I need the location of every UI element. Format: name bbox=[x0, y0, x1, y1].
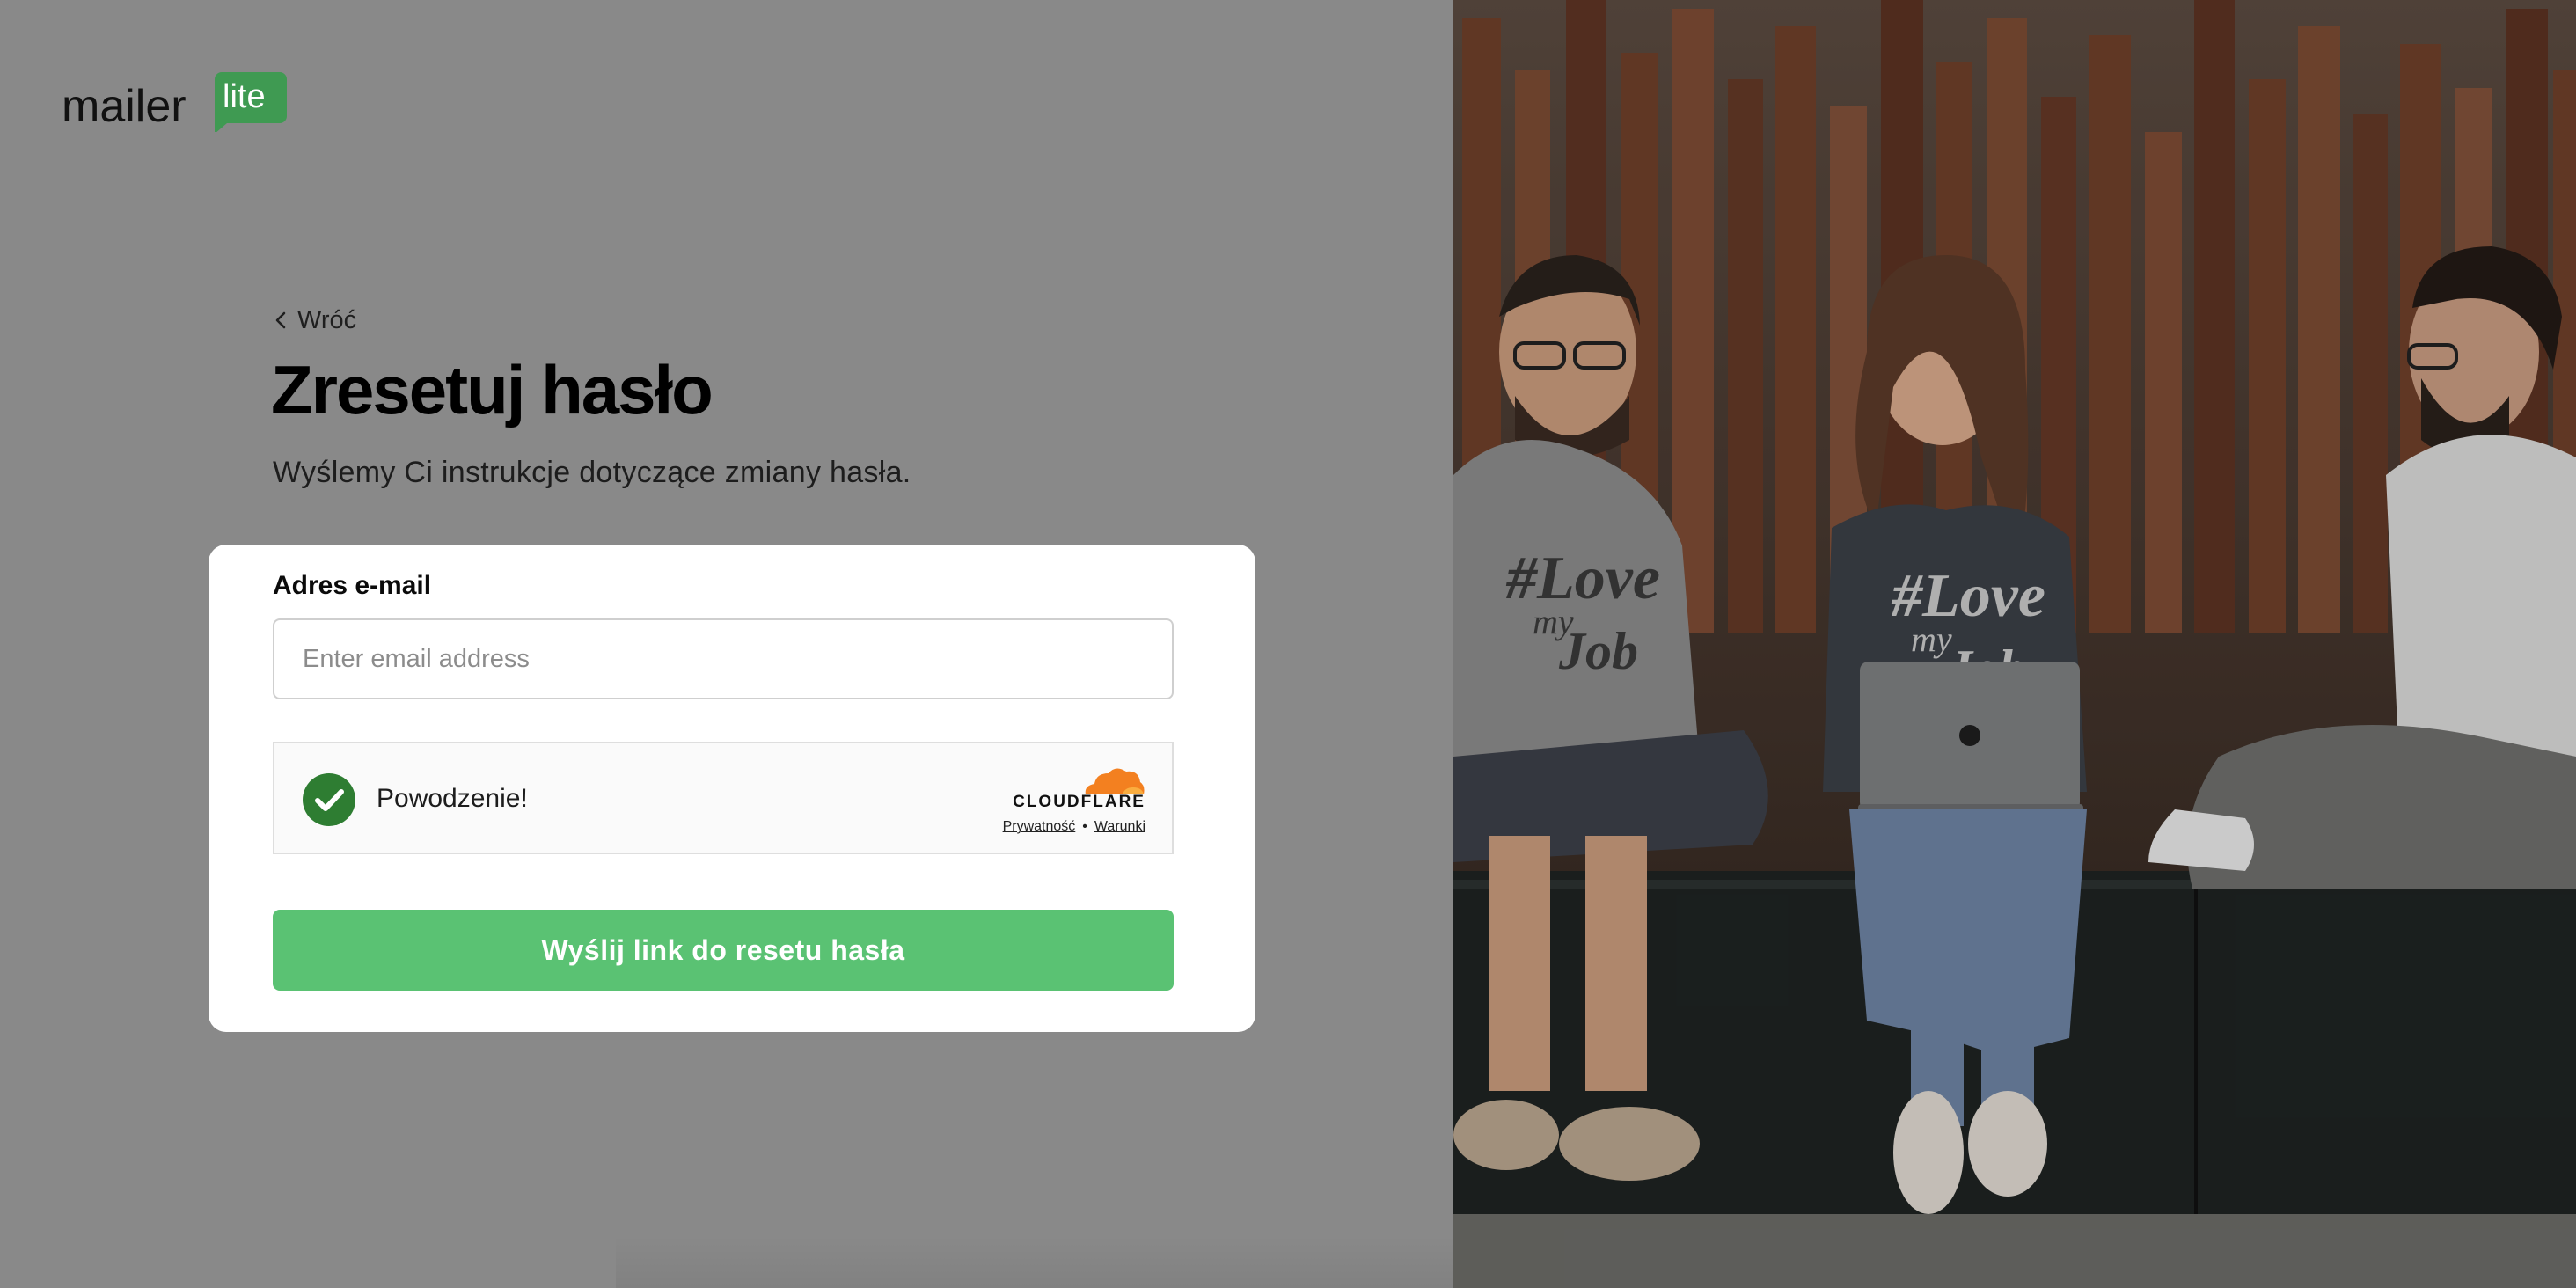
bottom-shadow bbox=[616, 1235, 1453, 1288]
logo-badge-text: lite bbox=[223, 78, 266, 115]
privacy-link[interactable]: Prywatność bbox=[1003, 819, 1076, 835]
reset-password-card: Adres e-mail Powodzenie! CLOUDFLARE Pryw… bbox=[209, 545, 1255, 1032]
chevron-left-icon bbox=[275, 311, 286, 329]
success-check-icon bbox=[303, 773, 355, 826]
photo-dim-overlay bbox=[1453, 0, 2576, 1288]
logo-word: mailer bbox=[62, 81, 187, 132]
cloudflare-wordmark: CLOUDFLARE bbox=[1013, 793, 1145, 811]
send-reset-link-button[interactable]: Wyślij link do resetu hasła bbox=[273, 910, 1174, 991]
cloudflare-links: Prywatność • Warunki bbox=[1003, 819, 1145, 835]
back-link[interactable]: Wróć bbox=[273, 303, 356, 338]
hero-photo: #Love my Job #Love my Job bbox=[1453, 0, 2576, 1288]
page-subtitle: Wyślemy Ci instrukcje dotyczące zmiany h… bbox=[273, 456, 911, 489]
page-title: Zresetuj hasło bbox=[271, 351, 714, 428]
captcha-status: Powodzenie! bbox=[377, 784, 528, 813]
email-label: Adres e-mail bbox=[273, 571, 432, 600]
email-input[interactable] bbox=[273, 618, 1174, 699]
link-separator: • bbox=[1082, 819, 1087, 834]
mailerlite-logo[interactable]: mailer lite bbox=[62, 70, 290, 132]
cloudflare-branding: CLOUDFLARE Prywatność • Warunki bbox=[987, 763, 1145, 837]
captcha-widget[interactable]: Powodzenie! CLOUDFLARE Prywatność • Waru… bbox=[273, 742, 1174, 854]
back-link-label: Wróć bbox=[297, 305, 357, 334]
terms-link[interactable]: Warunki bbox=[1094, 819, 1145, 835]
left-panel: mailer lite Wróć Zresetuj hasło Wyślemy … bbox=[0, 0, 1453, 1288]
